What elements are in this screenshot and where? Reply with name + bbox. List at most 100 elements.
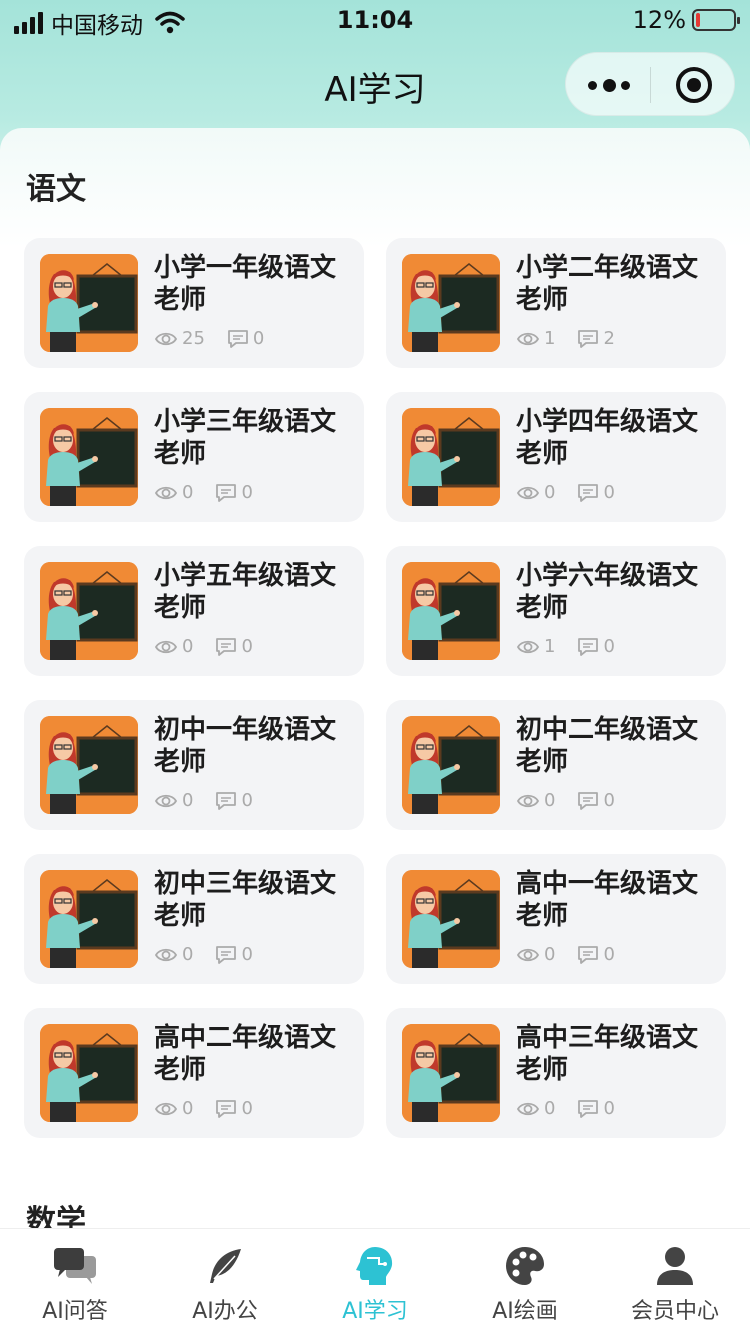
teacher-card[interactable]: 小学二年级语文老师 1 2 xyxy=(386,238,726,368)
tab-label: AI学习 xyxy=(342,1299,408,1324)
card-title: 高中三年级语文老师 xyxy=(516,1023,699,1085)
eye-icon xyxy=(516,486,540,499)
views-count: 0 xyxy=(544,1098,556,1119)
teacher-card[interactable]: 小学三年级语文老师 0 0 xyxy=(24,392,364,522)
battery-icon xyxy=(692,9,740,31)
comment-icon xyxy=(578,329,599,348)
tab-member-center[interactable]: 会员中心 xyxy=(600,1229,750,1334)
teacher-card[interactable]: 初中一年级语文老师 0 0 xyxy=(24,700,364,830)
teacher-avatar-image xyxy=(40,870,138,968)
teacher-card[interactable]: 小学四年级语文老师 0 0 xyxy=(386,392,726,522)
eye-icon xyxy=(516,948,540,961)
comments-stat: 0 xyxy=(215,944,253,965)
capsule-divider xyxy=(650,67,651,103)
comment-icon xyxy=(578,945,599,964)
card-title: 初中一年级语文老师 xyxy=(154,715,337,777)
tab-ai-painting[interactable]: AI绘画 xyxy=(450,1229,600,1334)
teacher-card[interactable]: 高中三年级语文老师 0 0 xyxy=(386,1008,726,1138)
comments-count: 0 xyxy=(241,482,253,503)
views-count: 0 xyxy=(544,944,556,965)
teacher-card[interactable]: 小学六年级语文老师 1 0 xyxy=(386,546,726,676)
more-icon[interactable] xyxy=(588,75,630,95)
user-icon xyxy=(652,1243,698,1289)
card-title: 小学一年级语文老师 xyxy=(154,253,337,315)
teacher-card[interactable]: 高中二年级语文老师 0 0 xyxy=(24,1008,364,1138)
comments-count: 0 xyxy=(252,328,265,349)
card-title: 高中一年级语文老师 xyxy=(516,869,699,931)
views-count: 0 xyxy=(182,636,194,657)
teacher-card[interactable]: 小学五年级语文老师 0 0 xyxy=(24,546,364,676)
views-count: 1 xyxy=(544,328,556,349)
tab-bar: AI问答 AI办公 AI学习 AI绘画 会员中心 xyxy=(0,1228,750,1334)
views-stat: 0 xyxy=(154,636,193,657)
comment-icon xyxy=(578,1099,599,1118)
card-title: 初中三年级语文老师 xyxy=(154,869,337,931)
comments-stat: 0 xyxy=(577,944,615,965)
section-title-math: 数学 xyxy=(26,1204,86,1228)
teacher-avatar-image xyxy=(402,870,500,968)
tab-label: AI问答 xyxy=(42,1299,108,1324)
comments-count: 0 xyxy=(241,790,253,811)
teacher-avatar-image xyxy=(40,254,138,352)
comments-stat: 0 xyxy=(577,790,615,811)
eye-icon xyxy=(516,332,540,345)
tab-label: AI绘画 xyxy=(492,1299,558,1324)
section-title-chinese: 语文 xyxy=(26,172,86,207)
comments-stat: 0 xyxy=(215,482,253,503)
feather-icon xyxy=(202,1243,248,1289)
comments-stat: 0 xyxy=(577,636,615,657)
teacher-card[interactable]: 小学一年级语文老师 25 0 xyxy=(24,238,364,368)
card-meta: 0 0 xyxy=(516,482,637,503)
views-count: 0 xyxy=(544,790,556,811)
comment-icon xyxy=(578,483,599,502)
close-target-icon[interactable] xyxy=(676,67,712,103)
card-meta: 0 0 xyxy=(154,790,275,811)
eye-icon xyxy=(154,332,178,345)
views-stat: 1 xyxy=(516,636,555,657)
comments-stat: 2 xyxy=(577,328,615,349)
comments-stat: 0 xyxy=(215,1098,253,1119)
tab-ai-learning[interactable]: AI学习 xyxy=(300,1229,450,1334)
eye-icon xyxy=(516,640,540,653)
tab-ai-qa[interactable]: AI问答 xyxy=(0,1229,150,1334)
teacher-avatar-image xyxy=(402,716,500,814)
eye-icon xyxy=(154,486,178,499)
card-meta: 0 0 xyxy=(154,482,275,503)
teacher-avatar-image xyxy=(402,1024,500,1122)
comments-count: 0 xyxy=(241,1098,253,1119)
views-count: 0 xyxy=(182,1098,194,1119)
comments-count: 0 xyxy=(241,636,253,657)
teacher-avatar-image xyxy=(40,1024,138,1122)
eye-icon xyxy=(516,794,540,807)
battery-level xyxy=(696,13,700,27)
comment-icon xyxy=(578,791,599,810)
teacher-avatar-image xyxy=(40,408,138,506)
teacher-card[interactable]: 高中一年级语文老师 0 0 xyxy=(386,854,726,984)
comment-icon xyxy=(216,791,237,810)
teacher-card[interactable]: 初中二年级语文老师 0 0 xyxy=(386,700,726,830)
head-icon xyxy=(352,1243,398,1289)
comment-icon xyxy=(578,637,599,656)
eye-icon xyxy=(154,948,178,961)
teacher-avatar-image xyxy=(402,254,500,352)
palette-icon xyxy=(502,1243,548,1289)
comments-stat: 0 xyxy=(577,1098,615,1119)
card-meta: 0 0 xyxy=(516,1098,637,1119)
battery-percent: 12% xyxy=(632,6,686,34)
tab-ai-office[interactable]: AI办公 xyxy=(150,1229,300,1334)
comments-count: 0 xyxy=(603,482,615,503)
views-count: 1 xyxy=(544,636,556,657)
card-meta: 1 2 xyxy=(516,328,637,349)
eye-icon xyxy=(154,794,178,807)
comment-icon xyxy=(216,945,237,964)
teacher-avatar-image xyxy=(40,562,138,660)
teacher-avatar-image xyxy=(402,562,500,660)
teacher-card[interactable]: 初中三年级语文老师 0 0 xyxy=(24,854,364,984)
content-sheet: 语文 小学一年级语文老师 25 0 小学二年级语文老师 1 2 小学三年级语文老… xyxy=(0,128,750,1228)
card-title: 小学二年级语文老师 xyxy=(516,253,699,315)
card-meta: 0 0 xyxy=(516,944,637,965)
eye-icon xyxy=(516,1102,540,1115)
views-stat: 25 xyxy=(154,328,205,349)
comments-count: 0 xyxy=(241,944,253,965)
tab-label: 会员中心 xyxy=(630,1299,719,1324)
